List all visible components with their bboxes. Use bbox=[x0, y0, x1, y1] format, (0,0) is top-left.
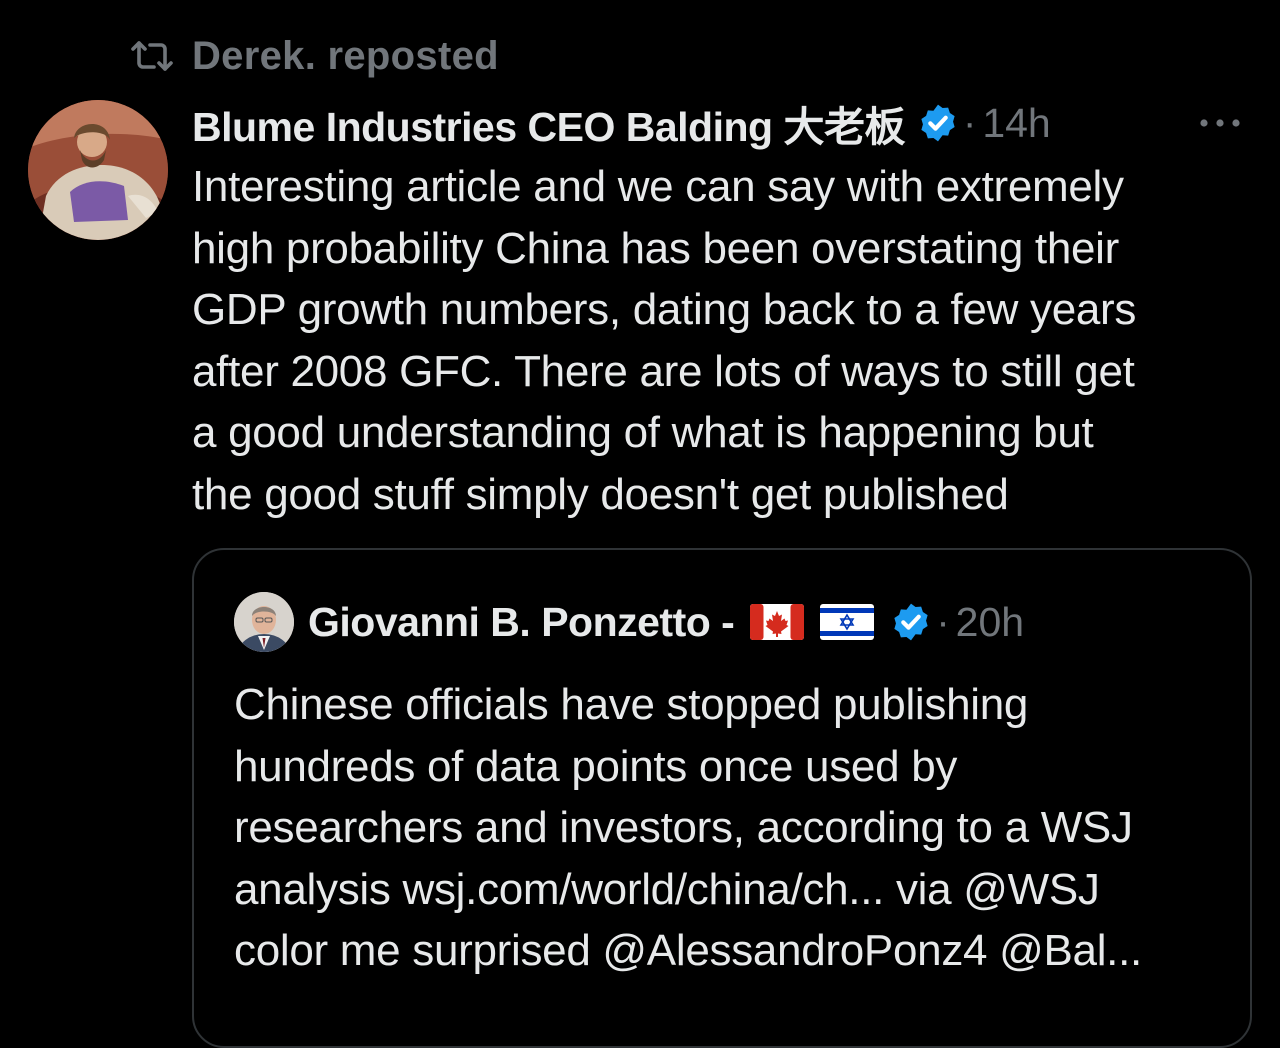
quoted-verified-badge-icon[interactable] bbox=[890, 601, 932, 643]
quoted-tweet-header: Giovanni B. Ponzetto - · 20h bbox=[234, 590, 1024, 654]
quoted-tweet-card[interactable]: Giovanni B. Ponzetto - · 20h Chinese off… bbox=[192, 548, 1252, 1048]
israel-flag-icon bbox=[820, 604, 875, 640]
repost-label: Derek. reposted bbox=[192, 33, 499, 78]
repost-indicator[interactable]: Derek. reposted bbox=[128, 34, 499, 78]
verified-badge-icon[interactable] bbox=[917, 102, 959, 144]
quoted-avatar-image bbox=[234, 592, 294, 652]
quoted-tweet-timestamp[interactable]: 20h bbox=[956, 599, 1024, 646]
quoted-author-name[interactable]: Giovanni B. Ponzetto - bbox=[308, 599, 735, 646]
tweet-timestamp[interactable]: 14h bbox=[982, 100, 1050, 147]
quoted-author-avatar[interactable] bbox=[234, 592, 294, 652]
avatar-image bbox=[28, 100, 168, 240]
quoted-tweet-text: Chinese officials have stopped publishin… bbox=[234, 680, 1142, 975]
author-name[interactable]: Blume Industries CEO Balding 大老板 bbox=[192, 93, 905, 153]
author-avatar[interactable] bbox=[28, 100, 168, 240]
repost-icon bbox=[128, 36, 176, 76]
more-options-icon[interactable] bbox=[1196, 103, 1244, 143]
separator-dot: · bbox=[962, 100, 977, 145]
quoted-separator-dot: · bbox=[936, 599, 950, 644]
tweet-header: Blume Industries CEO Balding 大老板 · 14h bbox=[192, 95, 1252, 151]
tweet-text: Interesting article and we can say with … bbox=[192, 162, 1137, 519]
canada-flag-icon bbox=[750, 604, 805, 640]
